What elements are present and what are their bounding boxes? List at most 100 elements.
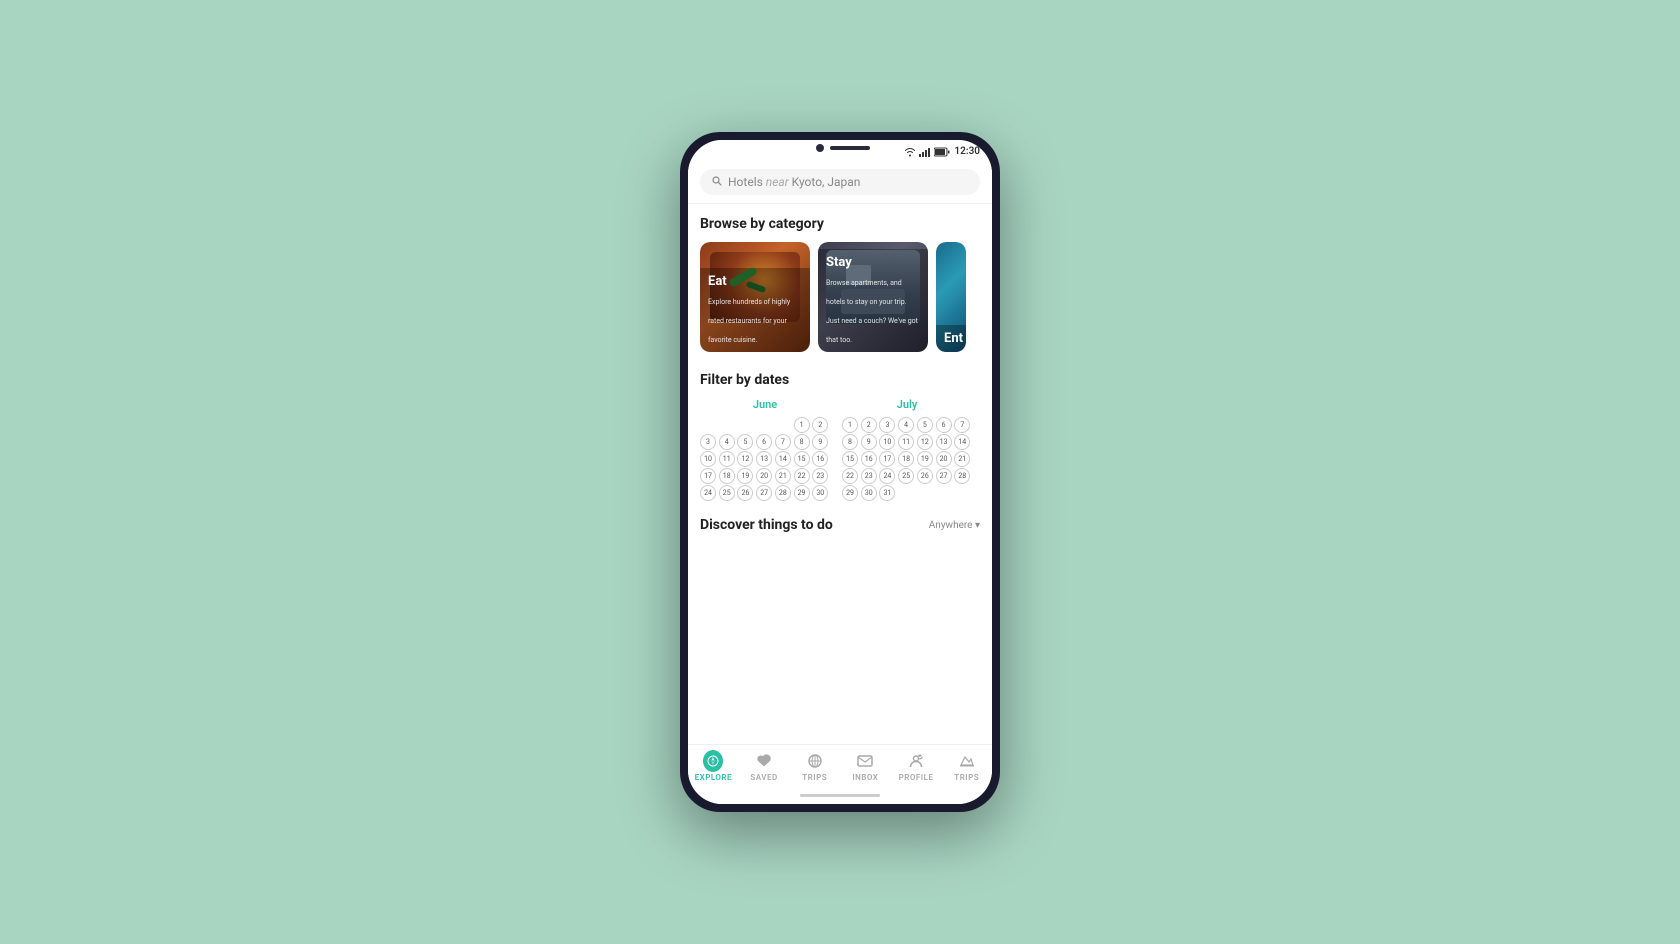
calendar-day[interactable] <box>775 417 791 433</box>
phone-camera <box>816 144 824 152</box>
calendar-day[interactable]: 29 <box>794 485 810 501</box>
calendar-day[interactable]: 14 <box>954 434 970 450</box>
calendar-day[interactable] <box>936 485 952 501</box>
category-card-eat[interactable]: Eat Explore hundreds of highly rated res… <box>700 242 810 352</box>
discover-filter[interactable]: Anywhere ▾ <box>929 520 980 531</box>
calendar-day[interactable]: 27 <box>756 485 772 501</box>
calendar-day[interactable]: 2 <box>812 417 828 433</box>
profile-icon <box>906 751 926 771</box>
eat-desc: Explore hundreds of highly rated restaur… <box>708 298 790 344</box>
discover-header: Discover things to do Anywhere ▾ <box>700 517 980 533</box>
category-card-ent[interactable]: Ent <box>936 242 966 352</box>
trips-label: TRIPS <box>802 773 827 782</box>
calendar-day[interactable]: 9 <box>861 434 877 450</box>
calendar-day[interactable]: 8 <box>794 434 810 450</box>
calendar-day[interactable]: 30 <box>812 485 828 501</box>
calendar-day[interactable]: 30 <box>861 485 877 501</box>
category-card-stay[interactable]: Stay Browse apartments, and hotels to st… <box>818 242 928 352</box>
calendar-day[interactable]: 10 <box>879 434 895 450</box>
calendar-day[interactable]: 9 <box>812 434 828 450</box>
nav-saved[interactable]: SAVED <box>739 751 790 782</box>
calendar-day[interactable]: 4 <box>719 434 735 450</box>
calendar-day[interactable]: 2 <box>861 417 877 433</box>
category-scroll[interactable]: Eat Explore hundreds of highly rated res… <box>700 242 980 356</box>
calendar-day[interactable] <box>917 485 933 501</box>
calendar-day[interactable]: 17 <box>879 451 895 467</box>
calendar-day[interactable]: 3 <box>879 417 895 433</box>
calendar-day[interactable]: 23 <box>861 468 877 484</box>
calendar-day[interactable]: 20 <box>936 451 952 467</box>
calendar-day[interactable]: 1 <box>842 417 858 433</box>
nav-profile[interactable]: PROFILE <box>891 751 942 782</box>
calendar-day[interactable]: 1 <box>794 417 810 433</box>
calendar-day[interactable]: 12 <box>737 451 753 467</box>
calendar-day[interactable]: 29 <box>842 485 858 501</box>
calendar-day[interactable]: 20 <box>756 468 772 484</box>
calendar-day[interactable]: 13 <box>936 434 952 450</box>
calendar-day[interactable]: 15 <box>794 451 810 467</box>
calendar-day[interactable]: 22 <box>794 468 810 484</box>
calendar-day[interactable]: 11 <box>898 434 914 450</box>
calendar-day[interactable]: 21 <box>954 451 970 467</box>
calendar-day[interactable]: 11 <box>719 451 735 467</box>
calendar-day[interactable]: 13 <box>756 451 772 467</box>
calendar-day[interactable]: 23 <box>812 468 828 484</box>
calendar-day[interactable]: 14 <box>775 451 791 467</box>
saved-label: SAVED <box>750 773 777 782</box>
nav-inbox[interactable]: INBOX <box>840 751 891 782</box>
calendar-day[interactable]: 16 <box>861 451 877 467</box>
calendar-day[interactable]: 19 <box>737 468 753 484</box>
calendar-day[interactable]: 24 <box>700 485 716 501</box>
calendar-day[interactable] <box>756 417 772 433</box>
signal-icon <box>919 147 931 157</box>
calendar-day[interactable]: 5 <box>737 434 753 450</box>
calendar-day[interactable]: 25 <box>898 468 914 484</box>
calendar-day[interactable]: 21 <box>775 468 791 484</box>
calendar-day[interactable]: 19 <box>917 451 933 467</box>
nav-explore[interactable]: EXPLORE <box>688 751 739 782</box>
calendar-day[interactable]: 28 <box>775 485 791 501</box>
calendar-day[interactable]: 28 <box>954 468 970 484</box>
calendar-container[interactable]: June 12345678910111213141516171819202122… <box>700 398 980 501</box>
calendar-day[interactable]: 7 <box>954 417 970 433</box>
calendar-day[interactable]: 27 <box>936 468 952 484</box>
calendar-day[interactable]: 12 <box>917 434 933 450</box>
calendar-day[interactable] <box>700 417 716 433</box>
profile-label: PROFILE <box>899 773 934 782</box>
calendar-day[interactable] <box>719 417 735 433</box>
calendar-day[interactable] <box>737 417 753 433</box>
calendar-day[interactable]: 16 <box>812 451 828 467</box>
search-bar[interactable]: Hotels near Kyoto, Japan <box>700 169 980 195</box>
calendar-day[interactable]: 6 <box>936 417 952 433</box>
filter-section: Filter by dates June 1234567891011121314… <box>688 364 992 509</box>
july-month: July <box>842 398 972 411</box>
calendar-day[interactable]: 4 <box>898 417 914 433</box>
inbox-label: INBOX <box>852 773 878 782</box>
calendar-day[interactable]: 26 <box>917 468 933 484</box>
app-content[interactable]: Hotels near Kyoto, Japan Browse by categ… <box>688 161 992 744</box>
calendar-day[interactable]: 17 <box>700 468 716 484</box>
calendar-day[interactable]: 15 <box>842 451 858 467</box>
calendar-day[interactable]: 5 <box>917 417 933 433</box>
battery-icon <box>934 147 950 157</box>
calendar-day[interactable]: 22 <box>842 468 858 484</box>
calendar-day[interactable]: 6 <box>756 434 772 450</box>
calendar-day[interactable]: 8 <box>842 434 858 450</box>
calendar-day[interactable]: 24 <box>879 468 895 484</box>
calendar-day[interactable]: 10 <box>700 451 716 467</box>
nav-trips2[interactable]: TRIPS <box>941 751 992 782</box>
calendar-day[interactable] <box>898 485 914 501</box>
calendar-day[interactable]: 18 <box>898 451 914 467</box>
june-grid[interactable]: 1234567891011121314151617181920212223242… <box>700 417 830 501</box>
eat-content: Eat Explore hundreds of highly rated res… <box>700 268 810 352</box>
nav-trips[interactable]: TRIPS <box>789 751 840 782</box>
calendar-day[interactable]: 25 <box>719 485 735 501</box>
calendar-day[interactable]: 31 <box>879 485 895 501</box>
calendar-day[interactable]: 18 <box>719 468 735 484</box>
calendar-day[interactable] <box>954 485 970 501</box>
july-grid[interactable]: 1234567891011121314151617181920212223242… <box>842 417 972 501</box>
search-icon <box>712 175 722 189</box>
calendar-day[interactable]: 3 <box>700 434 716 450</box>
calendar-day[interactable]: 26 <box>737 485 753 501</box>
calendar-day[interactable]: 7 <box>775 434 791 450</box>
